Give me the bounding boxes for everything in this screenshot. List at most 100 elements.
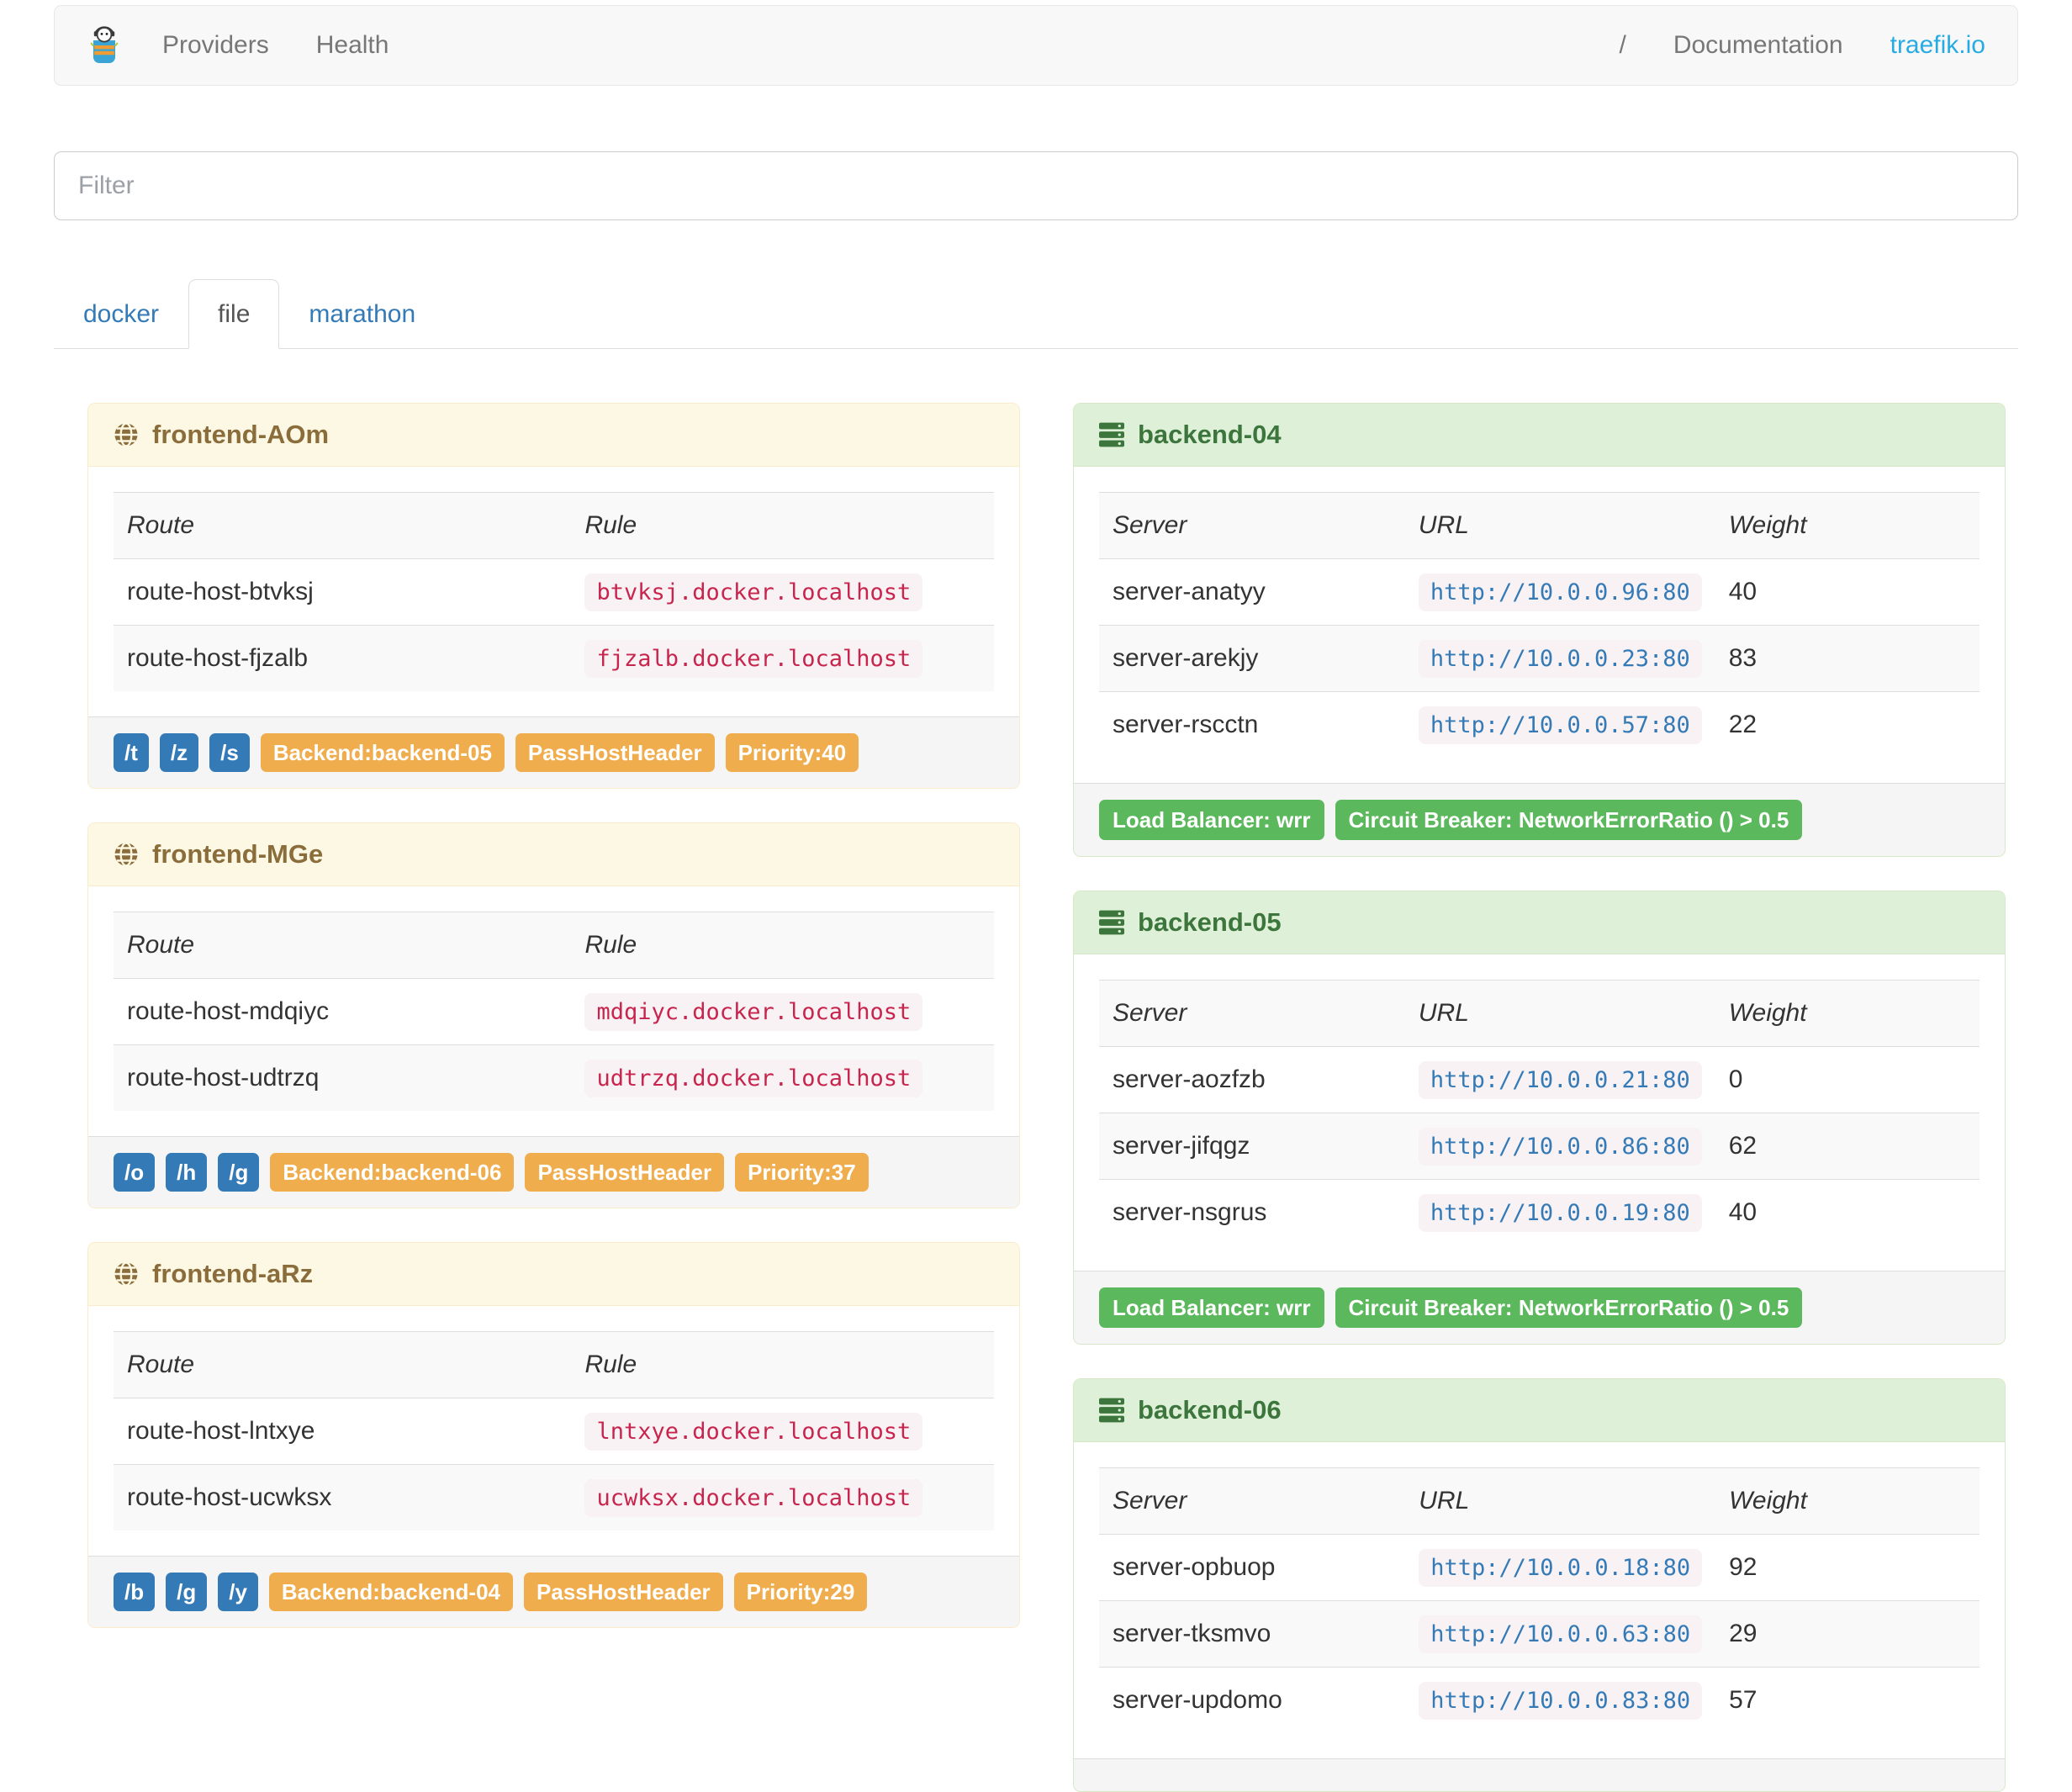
server-row: server-anatyy http://10.0.0.96:80 40 xyxy=(1099,559,1980,626)
server-url-code[interactable]: http://10.0.0.21:80 xyxy=(1418,1061,1702,1100)
tab-marathon[interactable]: marathon xyxy=(279,279,445,349)
frontend-title: frontend-AOm xyxy=(152,420,330,449)
backends-column: backend-04 Server URL Weight server-anat… xyxy=(1073,403,2006,1792)
backend-card-body: Server URL Weight server-opbuop http://1… xyxy=(1074,1442,2005,1758)
path-tag: /s xyxy=(209,733,250,773)
path-tag: /t xyxy=(114,733,149,773)
navbar-left: Providers Health xyxy=(63,25,412,66)
server-weight: 83 xyxy=(1728,644,1758,673)
backend-footer: Load Balancer: wrr Circuit Breaker: Netwo… xyxy=(1074,783,2005,857)
route-row: route-host-lntxye lntxye.docker.localhos… xyxy=(114,1398,994,1465)
server-url-code[interactable]: http://10.0.0.18:80 xyxy=(1419,1549,1703,1588)
globe-icon xyxy=(114,842,139,867)
route-row: route-host-fjzalb fjzalb.docker.localhos… xyxy=(114,625,994,692)
nav-link-health[interactable]: Health xyxy=(293,31,413,60)
server-url-code[interactable]: http://10.0.0.23:80 xyxy=(1418,640,1702,679)
backend-footer: Load Balancer: wrr Circuit Breaker: Netwo… xyxy=(1074,1271,2005,1345)
frontend-card: frontend-MGe Route Rule route-host-mdqiy… xyxy=(87,822,1020,1209)
frontend-badge: Backend:backend-04 xyxy=(268,1573,514,1612)
server-weight: 29 xyxy=(1729,1620,1758,1648)
filter-input[interactable] xyxy=(54,151,2018,220)
server-name: server-jifqgz xyxy=(1113,1132,1250,1160)
route-row: route-host-btvksj btvksj.docker.localhos… xyxy=(114,559,994,626)
routes-table-header-row: Route Rule xyxy=(114,912,994,979)
route-name: route-host-lntxye xyxy=(127,1417,315,1446)
rule-code: lntxye.docker.localhost xyxy=(584,1413,923,1451)
server-url-code[interactable]: http://10.0.0.96:80 xyxy=(1418,574,1702,612)
rule-code: fjzalb.docker.localhost xyxy=(584,640,923,679)
rule-code: btvksj.docker.localhost xyxy=(584,574,923,612)
column-header-server: Server xyxy=(1113,511,1187,540)
server-weight: 40 xyxy=(1728,578,1758,606)
nav-link-providers[interactable]: Providers xyxy=(139,31,293,60)
column-header-weight: Weight xyxy=(1728,511,1807,540)
rule-code: ucwksx.docker.localhost xyxy=(584,1479,923,1518)
frontend-card-body: Route Rule route-host-mdqiyc mdqiyc.dock… xyxy=(88,886,1019,1136)
column-header-weight: Weight xyxy=(1729,1487,1807,1515)
nav-link-path[interactable]: / xyxy=(1595,31,1649,60)
globe-icon xyxy=(114,1261,139,1287)
route-row: route-host-mdqiyc mdqiyc.docker.localhos… xyxy=(114,979,994,1045)
route-row: route-host-udtrzq udtrzq.docker.localhos… xyxy=(114,1044,994,1112)
provider-content: frontend-AOm Route Rule route-host-btvks… xyxy=(54,403,2018,1792)
servers-table: Server URL Weight server-aozfzb http://1… xyxy=(1099,980,1980,1245)
backend-badge: Circuit Breaker: NetworkErrorRatio () > … xyxy=(1335,800,1803,841)
path-tag: /y xyxy=(218,1573,258,1612)
server-url-code[interactable]: http://10.0.0.57:80 xyxy=(1418,706,1702,745)
tab-docker[interactable]: docker xyxy=(54,279,188,349)
column-header-url: URL xyxy=(1419,1487,1470,1515)
server-name: server-opbuop xyxy=(1113,1553,1276,1582)
tab-file[interactable]: file xyxy=(188,279,280,349)
column-header-url: URL xyxy=(1418,511,1469,540)
backend-title: backend-05 xyxy=(1138,907,1282,938)
server-row: server-nsgrus http://10.0.0.19:80 40 xyxy=(1099,1180,1980,1246)
frontends-column: frontend-AOm Route Rule route-host-btvks… xyxy=(87,403,1020,1792)
frontend-title: frontend-aRz xyxy=(152,1259,314,1289)
routes-table: Route Rule route-host-mdqiyc mdqiyc.dock… xyxy=(114,912,994,1112)
backend-card-body: Server URL Weight server-anatyy http://1… xyxy=(1074,467,2005,783)
server-url-code[interactable]: http://10.0.0.83:80 xyxy=(1419,1682,1703,1721)
rule-code: mdqiyc.docker.localhost xyxy=(584,993,923,1032)
route-name: route-host-ucwksx xyxy=(127,1483,332,1512)
navbar: Providers Health / Documentation traefik… xyxy=(54,5,2018,86)
column-header-route: Route xyxy=(127,511,195,540)
frontend-card: frontend-AOm Route Rule route-host-btvks… xyxy=(87,403,1020,790)
server-row: server-rscctn http://10.0.0.57:80 22 xyxy=(1099,692,1980,759)
backend-card: backend-04 Server URL Weight server-anat… xyxy=(1073,403,2006,858)
frontend-footer: /t/z/s Backend:backend-05 PassHostHeader Pr… xyxy=(88,716,1019,789)
server-weight: 62 xyxy=(1728,1132,1758,1160)
traefik-dashboard: Providers Health / Documentation traefik… xyxy=(0,0,2072,1792)
navbar-right: / Documentation traefik.io xyxy=(1595,31,2009,60)
frontend-badge: Priority:40 xyxy=(725,733,859,773)
traefik-logo xyxy=(63,25,139,66)
backend-badge: Circuit Breaker: NetworkErrorRatio () > … xyxy=(1335,1287,1803,1329)
server-stack-icon xyxy=(1099,910,1124,935)
frontend-badge: Backend:backend-05 xyxy=(260,733,505,773)
server-url-code[interactable]: http://10.0.0.63:80 xyxy=(1419,1615,1703,1654)
server-name: server-updomo xyxy=(1113,1686,1282,1715)
server-name: server-rscctn xyxy=(1113,711,1259,739)
server-weight: 40 xyxy=(1728,1198,1758,1227)
frontend-badge: Backend:backend-06 xyxy=(270,1153,515,1192)
route-name: route-host-fjzalb xyxy=(127,644,309,673)
nav-link-traefik-io[interactable]: traefik.io xyxy=(1867,31,2009,60)
frontend-card-header: frontend-MGe xyxy=(88,823,1019,887)
routes-table: Route Rule route-host-btvksj btvksj.dock… xyxy=(114,492,994,692)
frontend-badge: Priority:29 xyxy=(733,1573,868,1612)
frontend-badge: PassHostHeader xyxy=(525,1153,725,1192)
server-url-code[interactable]: http://10.0.0.19:80 xyxy=(1418,1194,1702,1233)
route-name: route-host-btvksj xyxy=(127,578,314,606)
nav-link-documentation[interactable]: Documentation xyxy=(1650,31,1867,60)
server-row: server-opbuop http://10.0.0.18:80 92 xyxy=(1099,1535,1980,1601)
server-stack-icon xyxy=(1099,1398,1124,1423)
column-header-route: Route xyxy=(127,1351,195,1379)
server-url-code[interactable]: http://10.0.0.86:80 xyxy=(1418,1128,1702,1166)
route-row: route-host-ucwksx ucwksx.docker.localhos… xyxy=(114,1464,994,1531)
filter-section xyxy=(54,151,2018,220)
path-tag: /z xyxy=(159,733,199,773)
server-weight: 57 xyxy=(1729,1686,1758,1715)
routes-table-header-row: Route Rule xyxy=(114,492,994,559)
path-tag: /g xyxy=(166,1573,208,1612)
backend-card-header: backend-06 xyxy=(1074,1379,2005,1443)
path-tag: /b xyxy=(114,1573,156,1612)
